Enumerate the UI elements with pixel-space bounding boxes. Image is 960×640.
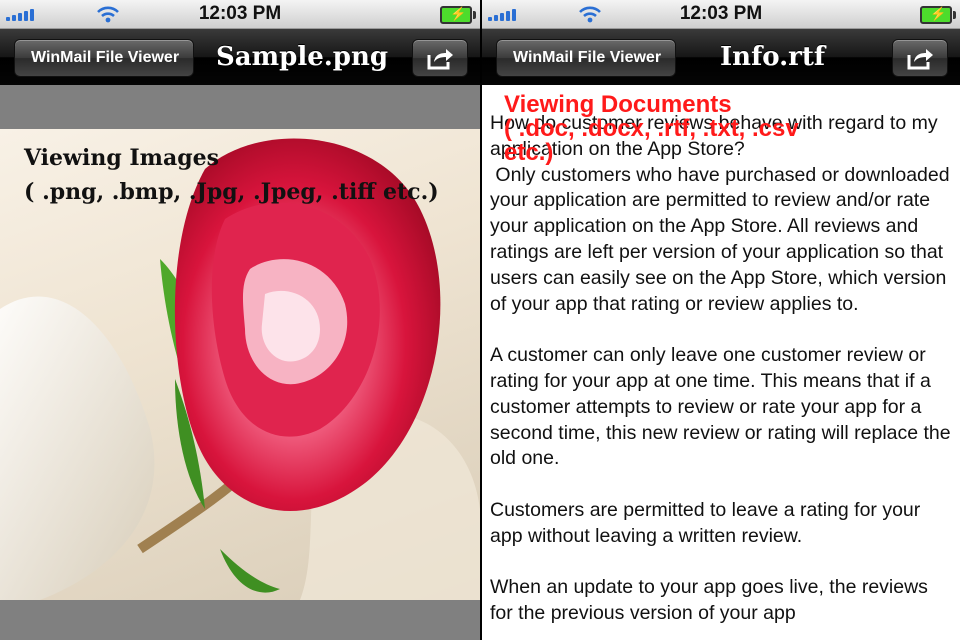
battery-charging-icon: ⚡: [920, 6, 956, 24]
back-button-label[interactable]: WinMail File Viewer: [496, 39, 677, 77]
nav-title: Info.rtf: [720, 42, 826, 72]
document-viewer-screen: 12:03 PM ⚡ WinMail File Viewer Info.rtf …: [482, 0, 960, 640]
caption-formats: ( .png, .bmp, .Jpg, .Jpeg, .tiff etc.): [24, 179, 439, 205]
document-paragraph: A customer can only leave one customer r…: [490, 344, 951, 470]
status-bar: 12:03 PM ⚡: [0, 0, 480, 29]
back-button[interactable]: WinMail File Viewer: [496, 39, 677, 77]
image-viewer-screen: 12:03 PM ⚡ WinMail File Viewer Sample.pn…: [0, 0, 480, 640]
image-preview[interactable]: Viewing Images ( .png, .bmp, .Jpg, .Jpeg…: [0, 129, 480, 600]
document-content[interactable]: How do customer reviews behave with rega…: [482, 85, 960, 640]
share-button[interactable]: [412, 39, 468, 77]
navigation-bar: WinMail File Viewer Info.rtf: [482, 29, 960, 85]
status-bar: 12:03 PM ⚡: [482, 0, 960, 29]
document-paragraph: Customers are permitted to leave a ratin…: [490, 498, 921, 547]
nav-title: Sample.png: [216, 42, 389, 72]
image-caption: Viewing Images ( .png, .bmp, .Jpg, .Jpeg…: [24, 141, 439, 209]
caption-title: Viewing Documents: [504, 91, 732, 118]
document-caption: Viewing Documents ( .doc, .docx, .rtf, .…: [504, 93, 799, 165]
back-button-label[interactable]: WinMail File Viewer: [14, 39, 195, 77]
caption-formats-more: etc.): [504, 139, 554, 166]
document-text: How do customer reviews behave with rega…: [490, 111, 954, 640]
share-button[interactable]: [892, 39, 948, 77]
share-export-icon: [427, 49, 453, 70]
share-export-icon: [907, 49, 933, 70]
status-time: 12:03 PM: [679, 3, 763, 24]
document-paragraph: When an update to your app goes live, th…: [490, 576, 928, 625]
status-time: 12:03 PM: [198, 3, 282, 24]
caption-title: Viewing Images: [24, 145, 219, 171]
caption-formats: ( .doc, .docx, .rtf, .txt, .csv: [504, 115, 799, 142]
navigation-bar: WinMail File Viewer Sample.png: [0, 29, 480, 85]
back-button[interactable]: WinMail File Viewer: [14, 39, 195, 77]
battery-charging-icon: ⚡: [440, 6, 476, 24]
